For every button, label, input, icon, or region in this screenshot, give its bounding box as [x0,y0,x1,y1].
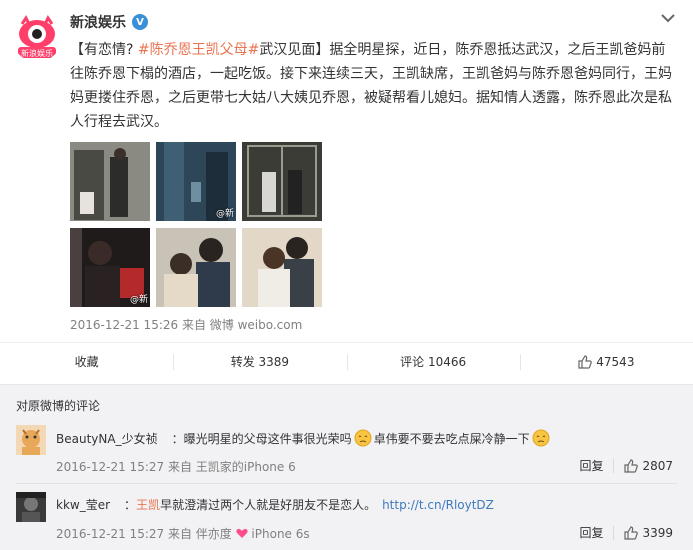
comment-text-continued: 卓伟要不要去吃点屎冷静一下 [373,431,530,446]
comments-section-title: 对原微博的评论 [16,399,101,413]
avatar[interactable] [16,492,46,522]
photo-watermark: @新 [215,209,234,219]
comment-meta-suffix: iPhone 6s [251,527,310,541]
comment-text: ：曝光明星的父母这件事很光荣吗 [171,431,352,446]
comment-meta-prefix: 2016-12-21 15:27 来自 伴亦度 [56,527,232,541]
action-divider [613,458,615,473]
photo-thumbnail-2[interactable]: @新 [156,142,236,221]
reply-button[interactable]: 回复 [579,524,603,541]
comment-actions: 回复 2807 [579,457,673,474]
comment-item: kkw_莹er ： 王凯 早就澄清过两个人就是好朋友不是恋人。 http://t… [0,484,693,550]
comment-line: BeautyNA_少女祯 ：曝光明星的父母这件事很光荣吗 卓伟要不要去吃点屎冷静… [56,429,552,447]
comments-list: BeautyNA_少女祯 ：曝光明星的父母这件事很光荣吗 卓伟要不要去吃点屎冷静… [0,417,693,549]
photo-thumbnail-3[interactable] [242,142,322,221]
comment-meta: 2016-12-21 15:27 来自 伴亦度 iPhone 6s [56,525,310,542]
repost-label: 转发 3389 [230,355,290,369]
svg-text:新浪娱乐: 新浪娱乐 [21,48,53,58]
photo-thumbnail-5[interactable] [156,228,236,307]
comment-text: 早就澄清过两个人就是好朋友不是恋人。 [160,498,377,512]
heart-icon [235,528,248,538]
post-text: 【有恋情? #陈乔恩王凯父母#武汉见面】据全明星探，近日，陈乔恩抵达武汉，之后王… [70,38,676,134]
post-meta: 2016-12-21 15:26 来自 微博 weibo.com [70,318,303,332]
photo-thumbnail-1[interactable] [70,142,150,221]
comment-item: BeautyNA_少女祯 ：曝光明星的父母这件事很光荣吗 卓伟要不要去吃点屎冷静… [0,417,693,484]
post-text-prefix: 【有恋情? [70,42,138,58]
photo-thumbnail-4[interactable]: @新 [70,228,150,307]
favorite-label: 收藏 [74,355,99,369]
post-action-bar: 收藏 转发 3389 评论 10466 47543 [0,342,693,380]
photo-watermark: @新 [129,295,148,305]
author-name[interactable]: 新浪娱乐 [70,12,126,32]
like-button[interactable]: 47543 [519,343,693,380]
chevron-down-icon[interactable] [661,12,675,27]
comment-label: 评论 10466 [400,355,467,369]
comment-like-count: 3399 [642,525,673,540]
thumbs-up-icon[interactable] [624,525,639,540]
topic-tag-link[interactable]: #陈乔恩王凯父母# [138,42,259,58]
comment-colon: ： [124,498,137,512]
favorite-button[interactable]: 收藏 [0,343,173,380]
weibo-post-card: 新浪娱乐 新浪娱乐 V 【有恋情? #陈乔恩王凯父母#武汉见面】据全明星探，近日… [0,0,693,385]
sina-entertainment-logo: 新浪娱乐 [18,15,56,58]
short-url-link[interactable]: http://t.cn/RloytDZ [382,498,494,512]
sad-face-emoji-icon [354,429,372,447]
thumbs-up-icon [578,354,593,369]
comment-meta: 2016-12-21 15:27 来自 王凯家的iPhone 6 [56,460,296,474]
reply-button[interactable]: 回复 [579,457,603,474]
comment-actions: 回复 3399 [579,524,673,541]
repost-button[interactable]: 转发 3389 [173,343,346,380]
sina-entertainment-avatar[interactable]: 新浪娱乐 [12,12,62,62]
thumbs-up-icon[interactable] [624,458,639,473]
post-author: 新浪娱乐 V [70,12,148,32]
like-count: 47543 [596,354,635,369]
commenter-name[interactable]: BeautyNA_少女祯 [56,430,158,447]
avatar[interactable] [16,425,46,455]
photo-thumbnail-6[interactable] [242,228,322,307]
action-divider [613,525,615,540]
sad-face-emoji-icon [532,429,550,447]
verified-icon: V [132,14,148,30]
commenter-name[interactable]: kkw_莹er [56,496,110,513]
comment-button[interactable]: 评论 10466 [346,343,520,380]
mention-link[interactable]: 王凯 [136,496,160,513]
comment-line: kkw_莹er ： 王凯 早就澄清过两个人就是好朋友不是恋人。 http://t… [56,496,494,513]
comment-like-count: 2807 [642,458,673,473]
